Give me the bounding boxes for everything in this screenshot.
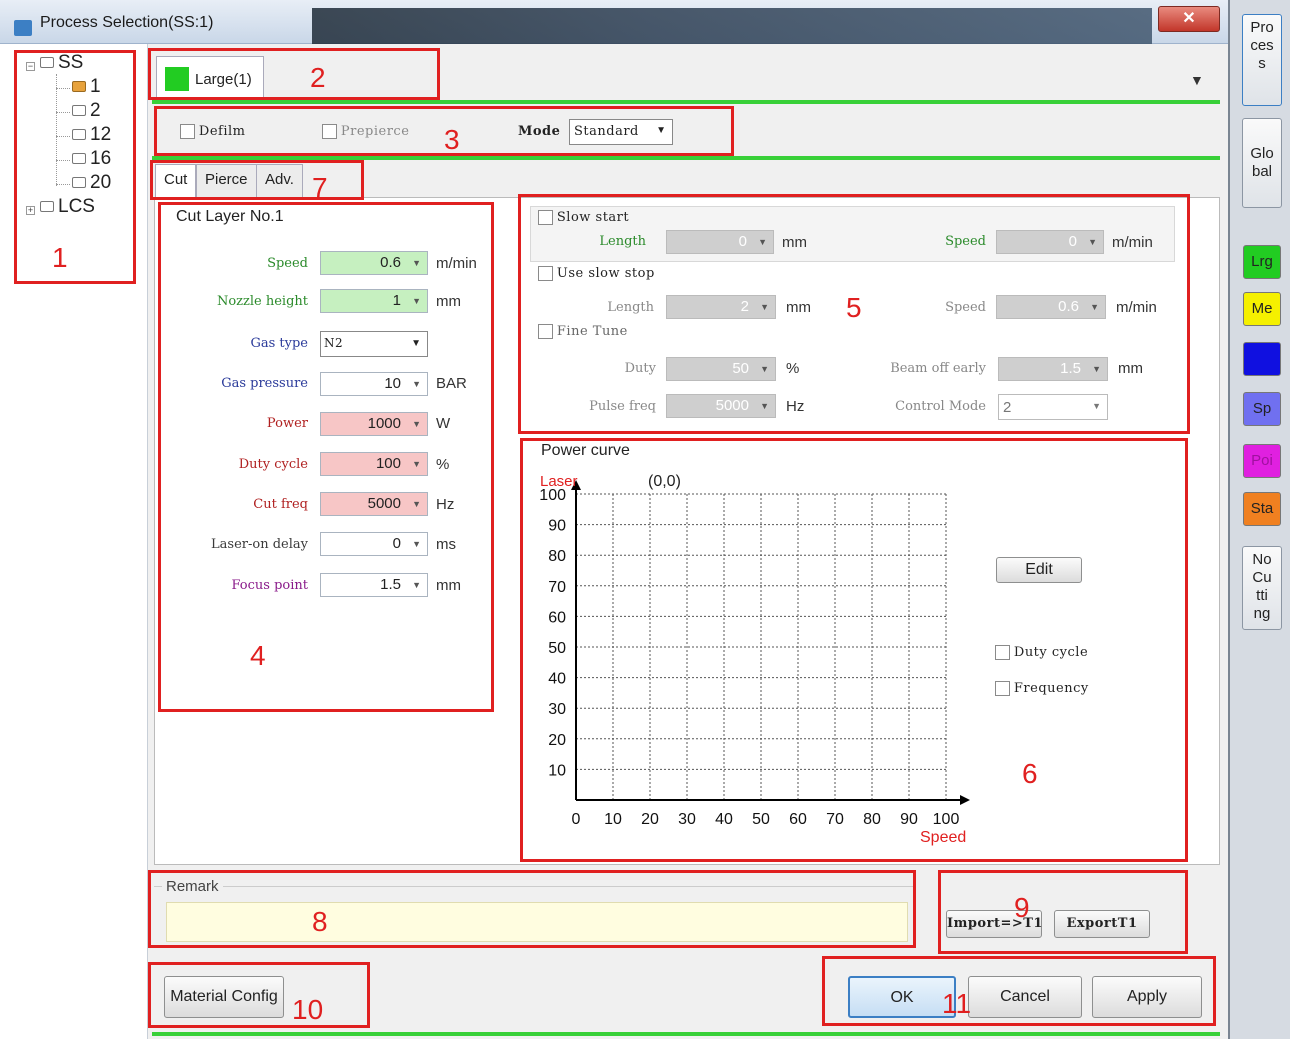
annotation-number-5: 5 <box>846 292 862 323</box>
annotation-box-10 <box>148 962 370 1028</box>
tab-menu-icon[interactable]: ▼ <box>1190 72 1204 88</box>
green-separator <box>152 1032 1220 1036</box>
annotation-number-1: 1 <box>52 242 68 273</box>
process-button[interactable]: Pro ces s <box>1242 14 1282 106</box>
close-button[interactable]: ✕ <box>1158 6 1220 32</box>
annotation-box-11 <box>822 956 1216 1026</box>
layer-button-sp[interactable]: Sp <box>1243 392 1281 426</box>
layer-button-me[interactable]: Me <box>1243 292 1281 326</box>
annotation-number-6: 6 <box>1022 758 1038 789</box>
annotation-box-9 <box>938 870 1188 954</box>
annotation-number-10: 10 <box>292 994 324 1025</box>
annotation-number-7: 7 <box>312 172 328 203</box>
layer-button-sta[interactable]: Sta <box>1243 492 1281 526</box>
annotation-box-4 <box>158 202 494 712</box>
green-separator <box>152 100 1220 104</box>
window-title: Process Selection(SS:1) <box>40 14 214 31</box>
annotation-box-6 <box>520 438 1188 862</box>
background-window-blur <box>312 8 1152 44</box>
annotation-number-3: 3 <box>444 124 460 155</box>
annotation-number-9: 9 <box>1014 892 1030 923</box>
annotation-box-8 <box>148 870 916 948</box>
layer-button-lrg[interactable]: Lrg <box>1243 245 1281 279</box>
annotation-number-2: 2 <box>310 62 326 93</box>
layer-button-blue[interactable] <box>1243 342 1281 376</box>
annotation-box-1 <box>14 50 136 284</box>
app-icon <box>14 20 32 36</box>
global-button[interactable]: Glo bal <box>1242 118 1282 208</box>
annotation-box-2 <box>148 48 440 100</box>
no-cutting-button[interactable]: No Cu tti ng <box>1242 546 1282 630</box>
annotation-number-8: 8 <box>312 906 328 937</box>
annotation-box-7 <box>150 160 364 200</box>
annotation-number-4: 4 <box>250 640 266 671</box>
annotation-number-11: 11 <box>942 988 972 1019</box>
layer-button-poi[interactable]: Poi <box>1243 444 1281 478</box>
